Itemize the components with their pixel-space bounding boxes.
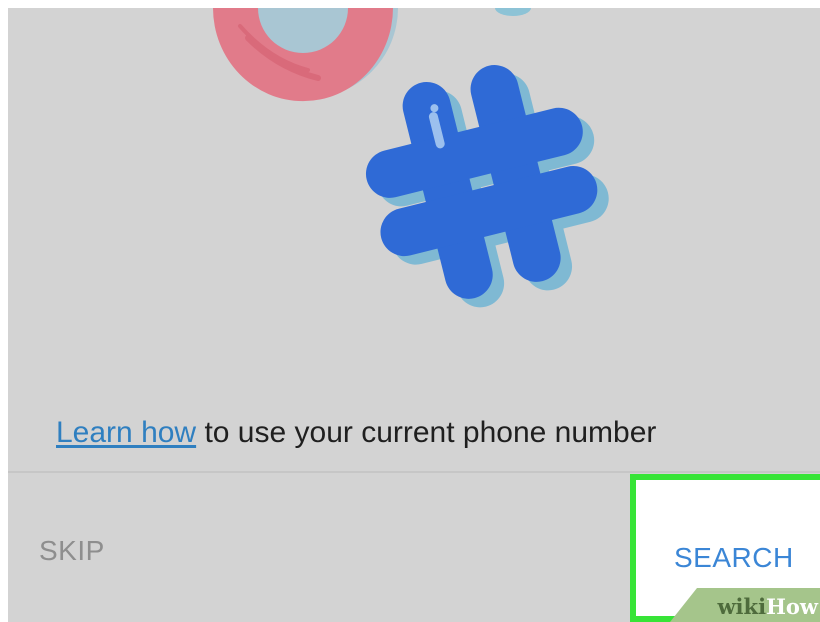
info-text-rest: to use your current phone number xyxy=(196,416,657,449)
illustration xyxy=(213,8,609,308)
blue-hashtag-icon xyxy=(365,65,609,308)
pink-ring-icon xyxy=(213,8,398,102)
search-button-label: SEARCH xyxy=(674,542,794,573)
teal-dot-icon xyxy=(495,8,531,16)
phone-screen: Learn how to use your current phone numb… xyxy=(8,8,820,622)
divider xyxy=(8,471,820,473)
skip-button[interactable]: SKIP xyxy=(39,535,105,567)
info-text: Learn how to use your current phone numb… xyxy=(56,416,656,450)
learn-how-link[interactable]: Learn how xyxy=(56,416,196,449)
search-button[interactable]: SEARCH xyxy=(630,474,820,622)
